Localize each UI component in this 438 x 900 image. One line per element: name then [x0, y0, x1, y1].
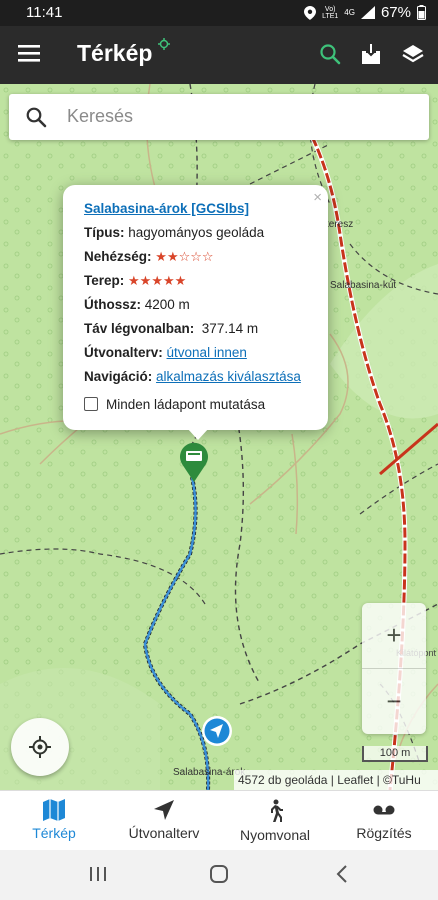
- tab-label: Útvonalterv: [128, 825, 200, 841]
- tab-map[interactable]: Térkép: [14, 791, 94, 851]
- map-view[interactable]: teresz Salabasina-kút Kilátópont Salabas…: [0, 84, 438, 790]
- search-icon: [26, 107, 47, 128]
- network-indicator: Vo) LTE1: [322, 5, 339, 20]
- type-value: hagyományos geoláda: [128, 225, 265, 240]
- popup-pointer: [187, 428, 209, 440]
- tab-route-planner[interactable]: Útvonalterv: [116, 791, 212, 851]
- user-location-icon: [202, 716, 232, 746]
- locate-me-button[interactable]: [11, 718, 69, 776]
- walking-icon: [271, 799, 283, 822]
- length-label: Úthossz:: [84, 297, 141, 312]
- search-bar[interactable]: Keresés: [9, 94, 429, 140]
- terrain-stars: ★★★★★: [128, 273, 187, 288]
- menu-icon[interactable]: [18, 44, 40, 62]
- checkbox-label: Minden ládapont mutatása: [106, 397, 266, 412]
- show-all-waypoints-checkbox[interactable]: Minden ládapont mutatása: [84, 397, 265, 412]
- status-bar: 11:41 Vo) LTE1 4G 67%: [0, 0, 438, 26]
- bottom-navigation: Térkép Útvonalterv Nyomvonal Rögzítés: [0, 790, 438, 850]
- crosshair-icon: [29, 736, 51, 758]
- map-attribution[interactable]: 4572 db geoláda | Leaflet | ©TuHu: [234, 770, 438, 790]
- distance-label: Táv légvonalban:: [84, 321, 195, 336]
- recent-apps-icon[interactable]: [88, 864, 108, 884]
- navigation-arrow-icon: [154, 800, 174, 820]
- download-icon[interactable]: [359, 42, 383, 66]
- tab-label: Térkép: [32, 825, 76, 841]
- checkbox-icon[interactable]: [84, 397, 98, 411]
- location-icon: [304, 5, 317, 20]
- route-label: Útvonalterv:: [84, 345, 163, 360]
- scale-bar: 100 m: [362, 746, 428, 762]
- zoom-in-button[interactable]: +: [362, 603, 426, 668]
- map-label: teresz: [326, 219, 354, 230]
- tab-track[interactable]: Nyomvonal: [230, 791, 320, 851]
- voicemail-icon: [373, 805, 395, 815]
- gps-status-icon: [158, 38, 170, 50]
- difficulty-label: Nehézség:: [84, 249, 152, 264]
- app-bar: Térkép: [0, 26, 438, 84]
- geocache-title-link[interactable]: Salabasina-árok [GCSlbs]: [84, 201, 249, 216]
- signal-icon: [360, 6, 375, 19]
- zoom-control: + −: [362, 603, 426, 734]
- back-icon[interactable]: [333, 864, 353, 884]
- distance-value: 377.14 m: [201, 321, 259, 336]
- status-icons: Vo) LTE1 4G 67%: [304, 4, 426, 21]
- terrain-label: Terep:: [84, 273, 125, 288]
- navigation-label: Navigáció:: [84, 369, 153, 384]
- type-label: Típus:: [84, 225, 125, 240]
- system-navigation-bar: [0, 850, 438, 900]
- layers-icon[interactable]: [401, 42, 425, 66]
- difficulty-stars: ★★☆☆☆: [155, 249, 214, 264]
- search-icon[interactable]: [318, 42, 342, 66]
- home-icon[interactable]: [209, 864, 229, 884]
- network-type: 4G: [344, 8, 355, 17]
- search-input[interactable]: Keresés: [67, 106, 133, 127]
- tab-record[interactable]: Rögzítés: [344, 791, 424, 851]
- zoom-out-button[interactable]: −: [362, 669, 426, 734]
- tab-label: Rögzítés: [356, 825, 412, 841]
- popup-close-button[interactable]: ×: [313, 189, 322, 206]
- route-from-here-link[interactable]: útvonal innen: [167, 345, 247, 360]
- map-icon: [43, 799, 65, 821]
- battery-level: 67%: [380, 4, 411, 21]
- geocache-marker-icon[interactable]: [179, 442, 209, 482]
- map-label: Salabasina-kút: [330, 280, 397, 291]
- geocache-popup: × Salabasina-árok [GCSlbs] Típus: hagyom…: [63, 185, 328, 440]
- battery-icon: [417, 5, 426, 20]
- tab-label: Nyomvonal: [239, 827, 311, 843]
- status-time: 11:41: [26, 4, 63, 21]
- length-value: 4200 m: [144, 297, 190, 312]
- page-title: Térkép: [77, 40, 153, 66]
- choose-app-link[interactable]: alkalmazás kiválasztása: [156, 369, 301, 384]
